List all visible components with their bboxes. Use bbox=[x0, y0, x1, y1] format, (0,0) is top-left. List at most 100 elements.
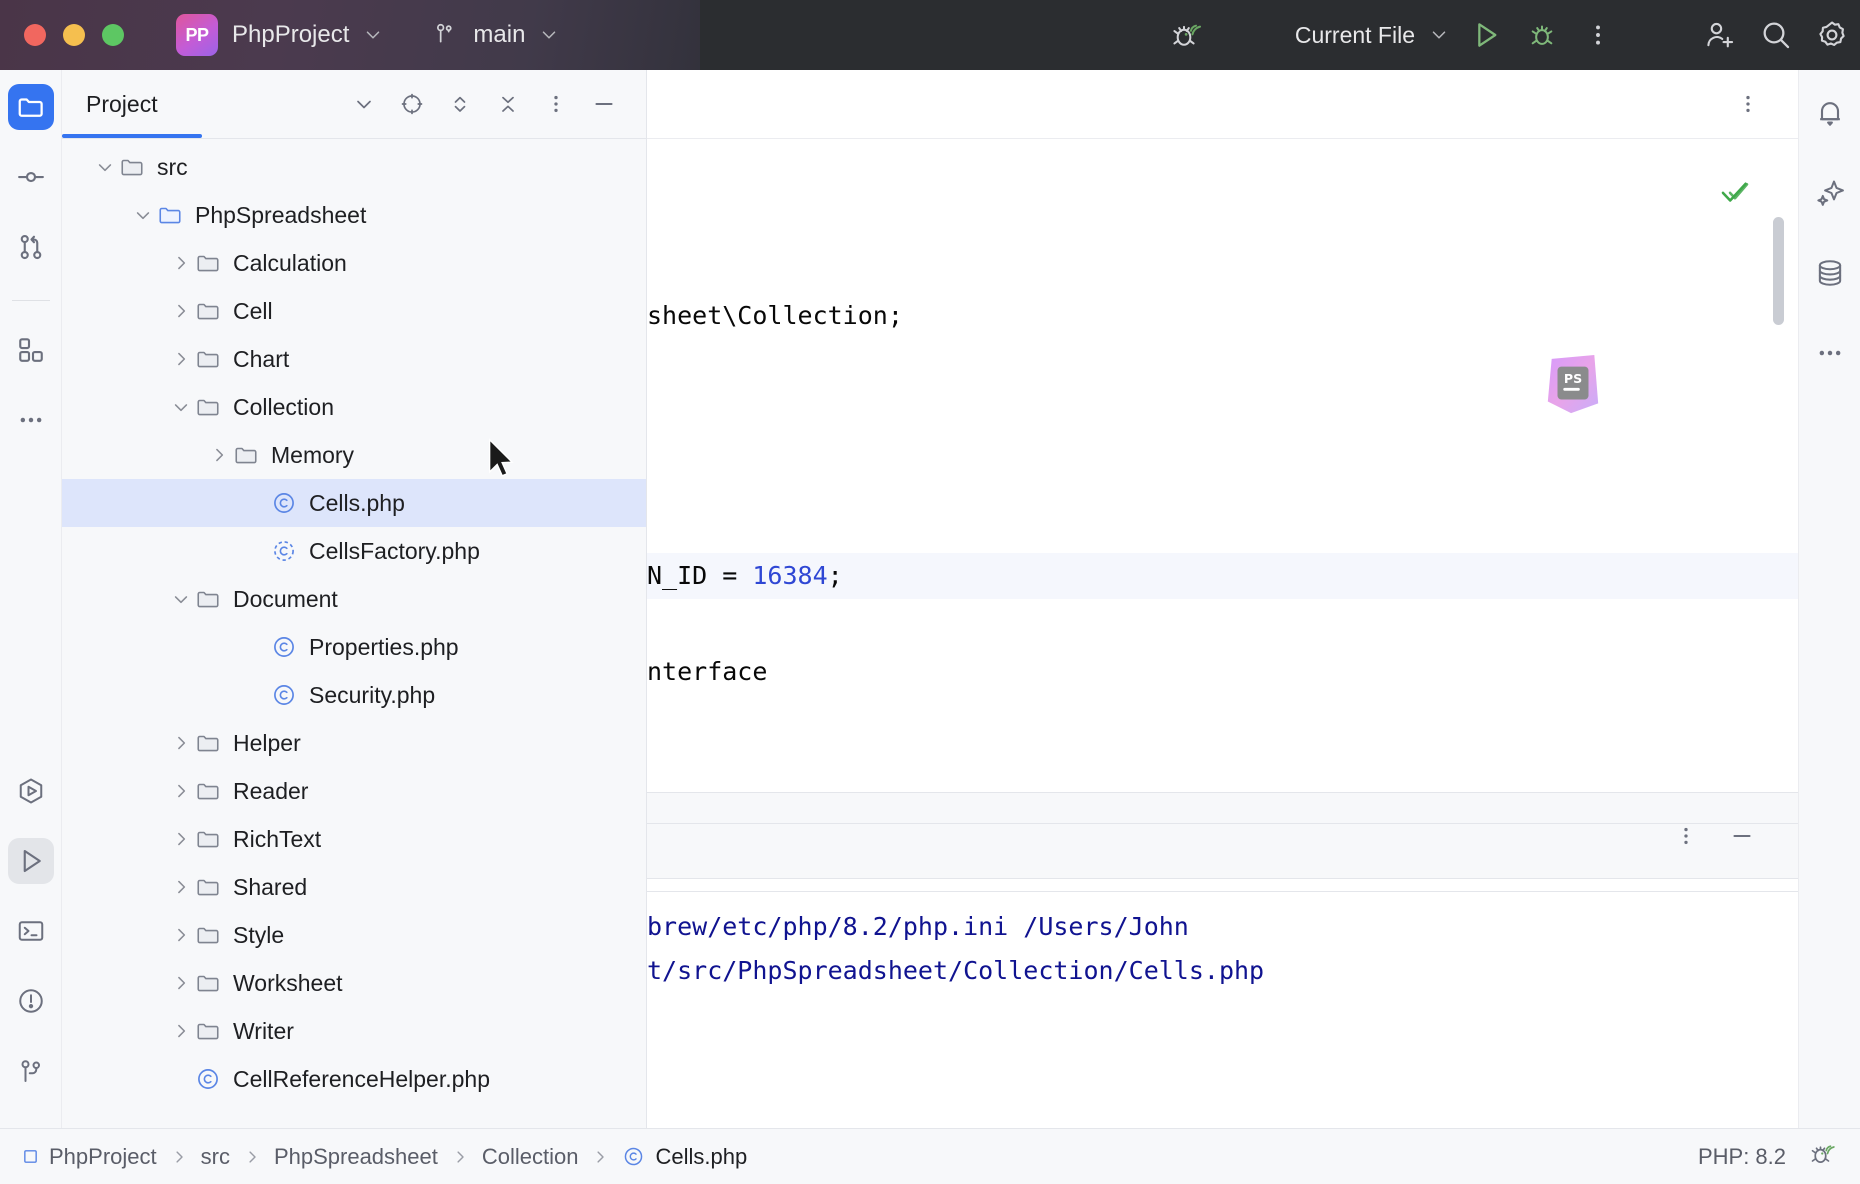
tree-node-calculation[interactable]: Calculation bbox=[62, 239, 646, 287]
tree-node-properties-php[interactable]: Properties.php bbox=[62, 623, 646, 671]
run-configuration-selector[interactable]: Current File bbox=[1281, 22, 1458, 49]
chevron-right-icon[interactable] bbox=[168, 922, 194, 948]
editor-tab-bar bbox=[647, 70, 1798, 138]
sidebar-item-more[interactable] bbox=[8, 397, 54, 443]
breadcrumb-item[interactable]: PhpSpreadsheet bbox=[274, 1144, 438, 1170]
chevron-down-icon[interactable] bbox=[168, 394, 194, 420]
breadcrumb-item[interactable]: Cells.php bbox=[622, 1144, 747, 1170]
branch-chevron-down-icon[interactable] bbox=[538, 24, 560, 46]
xdebug-listen-icon[interactable] bbox=[1159, 11, 1215, 59]
tree-node-worksheet[interactable]: Worksheet bbox=[62, 959, 646, 1007]
sidebar-item-version-control[interactable] bbox=[8, 1048, 54, 1094]
code-with-me-icon[interactable] bbox=[1692, 11, 1748, 59]
right-rail-more-icon[interactable] bbox=[1807, 330, 1853, 376]
chevron-right-icon[interactable] bbox=[168, 826, 194, 852]
chevron-down-icon[interactable] bbox=[130, 202, 156, 228]
bell-icon[interactable] bbox=[1807, 90, 1853, 136]
tree-node-document[interactable]: Document bbox=[62, 575, 646, 623]
code-editor[interactable]: sheet\Collection; N_ID = 16384; nterface… bbox=[647, 138, 1798, 892]
tree-node-label: Shared bbox=[233, 873, 308, 900]
svg-text:PS: PS bbox=[1564, 371, 1582, 386]
tree-node-chart[interactable]: Chart bbox=[62, 335, 646, 383]
sidebar-item-pull-requests[interactable] bbox=[8, 224, 54, 270]
editor-scrollbar[interactable] bbox=[1773, 217, 1784, 325]
tree-node-label: Worksheet bbox=[233, 969, 343, 996]
tree-node-richtext[interactable]: RichText bbox=[62, 815, 646, 863]
branch-selector[interactable]: main bbox=[432, 20, 560, 51]
tree-node-reader[interactable]: Reader bbox=[62, 767, 646, 815]
project-panel-actions bbox=[342, 82, 632, 126]
tree-node-cellsfactory-php[interactable]: CellsFactory.php bbox=[62, 527, 646, 575]
tree-node-label: Writer bbox=[233, 1017, 294, 1044]
sidebar-item-services[interactable] bbox=[8, 768, 54, 814]
tree-node-cell[interactable]: Cell bbox=[62, 287, 646, 335]
status-xdebug-icon[interactable] bbox=[1808, 1139, 1838, 1174]
tree-node-src[interactable]: src bbox=[62, 143, 646, 191]
debug-button[interactable] bbox=[1514, 11, 1570, 59]
tree-node-cellreferencehelper-php[interactable]: CellReferenceHelper.php bbox=[62, 1055, 646, 1103]
project-badge: PP bbox=[176, 14, 218, 56]
chevron-right-icon[interactable] bbox=[168, 346, 194, 372]
tree-node-collection[interactable]: Collection bbox=[62, 383, 646, 431]
chevron-right-icon[interactable] bbox=[168, 1018, 194, 1044]
project-panel-minimize-icon[interactable] bbox=[582, 82, 626, 126]
breadcrumb-label: src bbox=[200, 1143, 230, 1169]
more-actions-button[interactable] bbox=[1570, 11, 1626, 59]
tree-node-phpspreadsheet[interactable]: PhpSpreadsheet bbox=[62, 191, 646, 239]
tree-node-helper[interactable]: Helper bbox=[62, 719, 646, 767]
tree-node-shared[interactable]: Shared bbox=[62, 863, 646, 911]
inspection-ok-checkmark-icon[interactable] bbox=[1718, 175, 1752, 214]
tree-node-style[interactable]: Style bbox=[62, 911, 646, 959]
breadcrumb-item[interactable]: Collection bbox=[482, 1144, 579, 1170]
run-console-output[interactable]: brew/etc/php/8.2/php.ini /Users/John t/s… bbox=[647, 878, 1798, 1128]
chevron-right-icon[interactable] bbox=[168, 730, 194, 756]
tree-node-label: Collection bbox=[233, 393, 334, 420]
sidebar-item-plugins[interactable] bbox=[8, 327, 54, 373]
project-file-tree[interactable]: src PhpSpreadsheet Calculation Cell Chart Col… bbox=[62, 139, 646, 1128]
maximize-window-button[interactable] bbox=[102, 24, 124, 46]
settings-gear-icon[interactable] bbox=[1804, 11, 1860, 59]
run-panel-kebab-icon[interactable] bbox=[1666, 816, 1706, 856]
minimize-window-button[interactable] bbox=[63, 24, 85, 46]
tree-node-security-php[interactable]: Security.php bbox=[62, 671, 646, 719]
chevron-right-icon[interactable] bbox=[168, 778, 194, 804]
expand-collapse-icon[interactable] bbox=[438, 82, 482, 126]
sidebar-item-commit[interactable] bbox=[8, 154, 54, 200]
sidebar-item-terminal[interactable] bbox=[8, 908, 54, 954]
sidebar-item-run[interactable] bbox=[7, 838, 54, 884]
chevron-right-icon[interactable] bbox=[206, 442, 232, 468]
breadcrumb[interactable]: PhpProject src PhpSpreadsheet Collection Cel… bbox=[22, 1144, 747, 1170]
run-panel-minimize-icon[interactable] bbox=[1722, 816, 1762, 856]
breadcrumb-item[interactable]: PhpProject bbox=[22, 1144, 157, 1170]
chevron-right-icon[interactable] bbox=[168, 250, 194, 276]
chevron-right-icon[interactable] bbox=[168, 298, 194, 324]
project-panel-kebab-icon[interactable] bbox=[534, 82, 578, 126]
window-controls[interactable] bbox=[0, 24, 124, 46]
sparkle-icon[interactable] bbox=[1807, 170, 1853, 216]
select-opened-file-target-icon[interactable] bbox=[390, 82, 434, 126]
project-tool-window-header: Project bbox=[62, 70, 646, 138]
collapse-all-icon[interactable] bbox=[486, 82, 530, 126]
breadcrumb-item[interactable]: src bbox=[201, 1144, 230, 1170]
editor-kebab-icon[interactable] bbox=[1728, 84, 1768, 124]
chevron-right-icon[interactable] bbox=[168, 874, 194, 900]
tree-node-memory[interactable]: Memory bbox=[62, 431, 646, 479]
chevron-down-icon[interactable] bbox=[92, 154, 118, 180]
search-icon[interactable] bbox=[1748, 11, 1804, 59]
chevron-down-icon[interactable] bbox=[168, 586, 194, 612]
database-icon[interactable] bbox=[1807, 250, 1853, 296]
tree-node-cells-php[interactable]: Cells.php bbox=[62, 479, 646, 527]
sidebar-item-problems[interactable] bbox=[8, 978, 54, 1024]
breadcrumb-label: PhpProject bbox=[49, 1143, 157, 1169]
expand-scope-chevron-down-icon[interactable] bbox=[342, 82, 386, 126]
php-version-label[interactable]: PHP: 8.2 bbox=[1698, 1144, 1786, 1170]
tree-node-writer[interactable]: Writer bbox=[62, 1007, 646, 1055]
run-button[interactable] bbox=[1458, 11, 1514, 59]
project-chevron-down-icon[interactable] bbox=[362, 24, 384, 46]
chevron-right-icon[interactable] bbox=[168, 970, 194, 996]
close-window-button[interactable] bbox=[24, 24, 46, 46]
sidebar-item-project[interactable] bbox=[7, 84, 54, 130]
tree-node-label: Calculation bbox=[233, 249, 347, 276]
tree-node-label: RichText bbox=[233, 825, 322, 852]
tree-node-label: Style bbox=[233, 921, 285, 948]
